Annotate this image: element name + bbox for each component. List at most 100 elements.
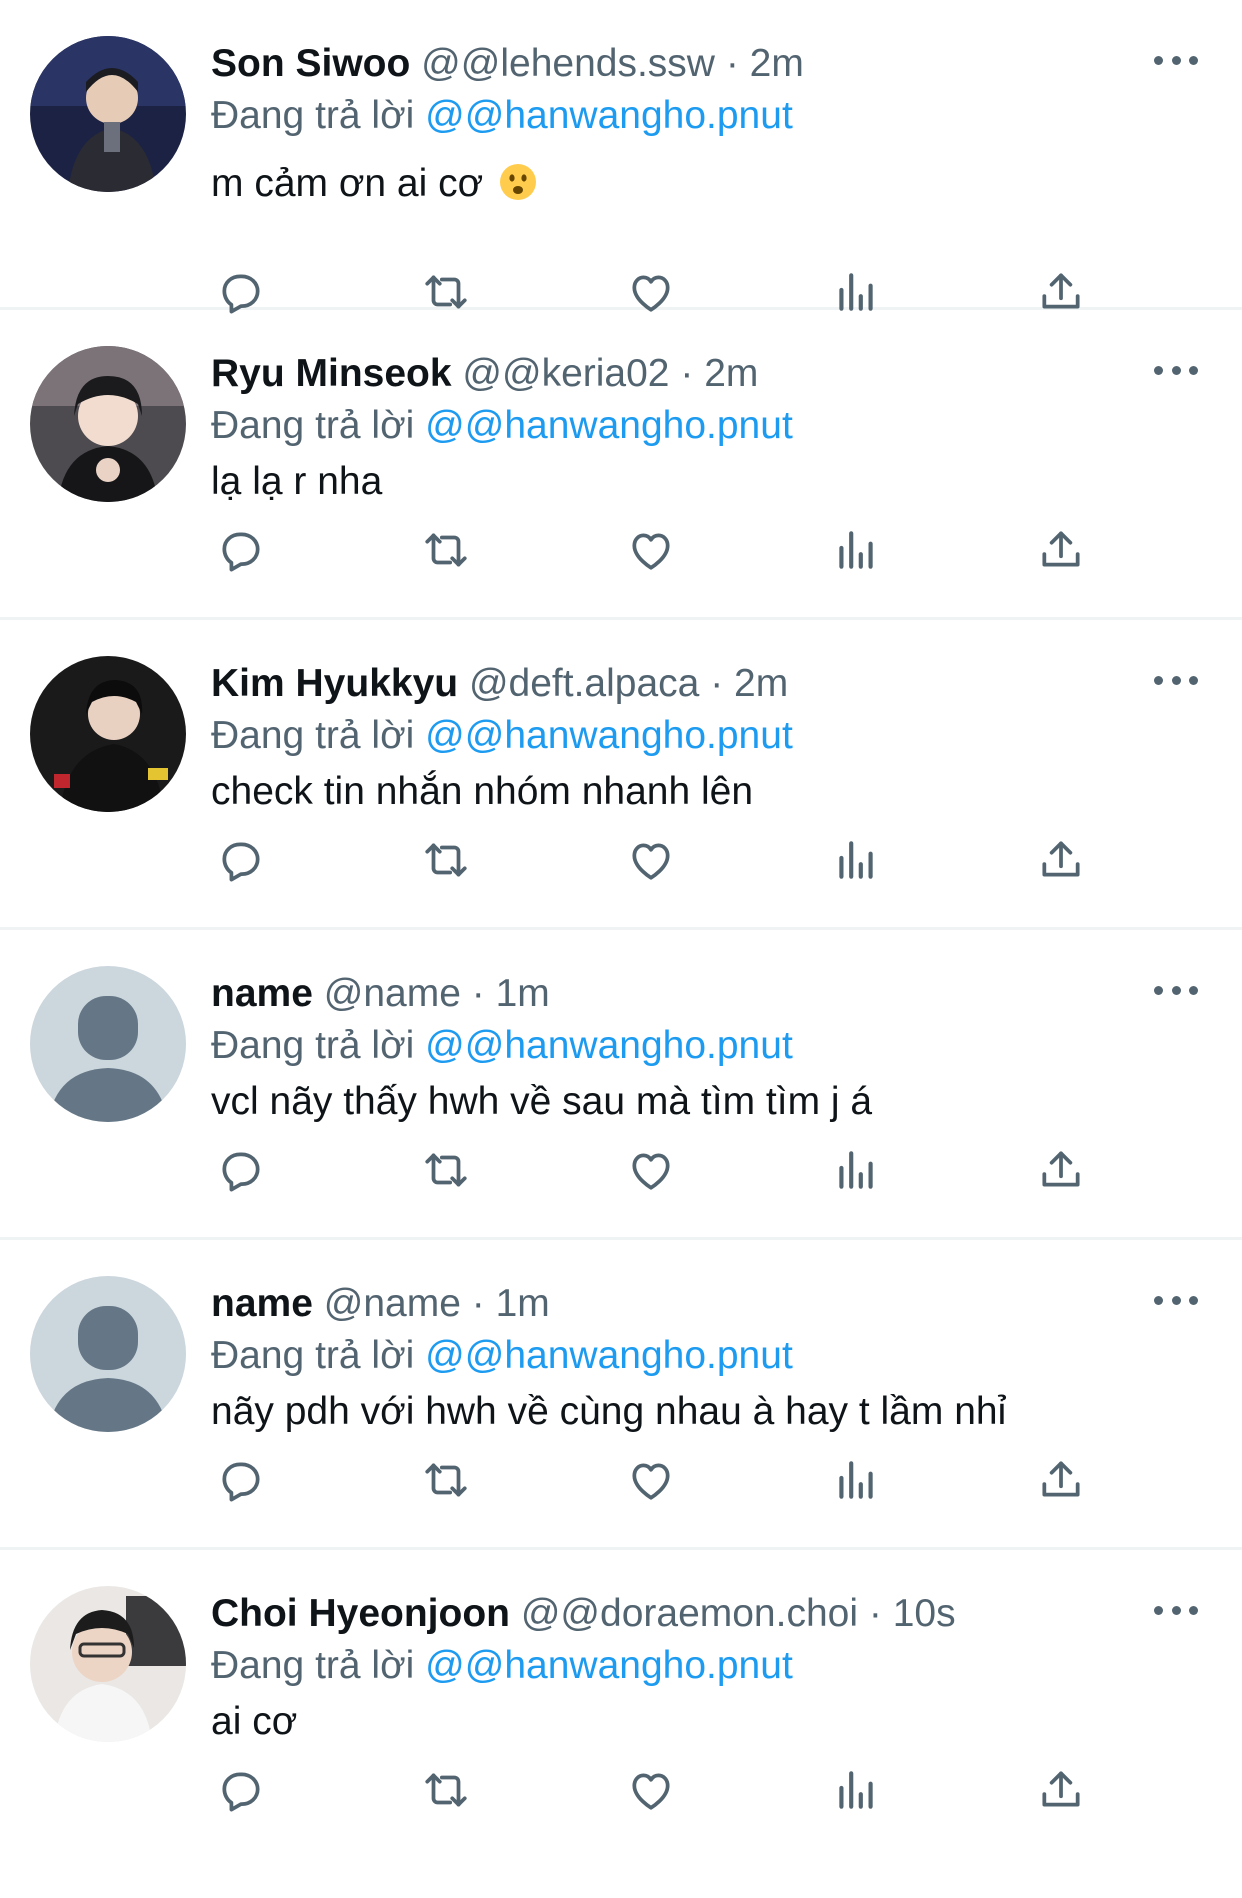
timestamp[interactable]: 2m xyxy=(734,662,788,705)
tweet-text: ai cơ xyxy=(211,1700,298,1743)
like-button[interactable] xyxy=(621,1140,681,1200)
reply-mention[interactable]: @@hanwangho.pnut xyxy=(425,1024,793,1067)
reply-mention[interactable]: @@hanwangho.pnut xyxy=(425,1334,793,1377)
default-avatar-icon xyxy=(30,1276,186,1432)
handle[interactable]: @@doraemon.choi xyxy=(521,1592,858,1635)
action-bar xyxy=(211,1760,1091,1820)
views-button[interactable] xyxy=(826,1140,886,1200)
share-button[interactable] xyxy=(1031,1140,1091,1200)
retweet-icon xyxy=(425,1773,467,1807)
action-bar xyxy=(211,830,1091,890)
handle[interactable]: @@lehends.ssw xyxy=(421,42,715,85)
views-icon xyxy=(839,841,873,879)
avatar[interactable] xyxy=(30,1586,186,1742)
reply-icon xyxy=(222,532,260,572)
views-icon xyxy=(839,1151,873,1189)
like-icon xyxy=(632,1773,670,1810)
views-button[interactable] xyxy=(826,1760,886,1820)
reply-mention[interactable]: @@hanwangho.pnut xyxy=(425,94,793,137)
reply-prefix: Đang trả lời xyxy=(211,404,415,447)
retweet-button[interactable] xyxy=(416,1140,476,1200)
more-options-icon[interactable] xyxy=(1154,50,1198,70)
timestamp[interactable]: 10s xyxy=(893,1592,956,1635)
share-icon xyxy=(1042,1151,1080,1187)
avatar[interactable] xyxy=(30,1276,186,1432)
display-name[interactable]: name xyxy=(211,972,313,1015)
more-options-icon[interactable] xyxy=(1154,670,1198,690)
views-icon xyxy=(839,1771,873,1809)
reply-prefix: Đang trả lời xyxy=(211,714,415,757)
retweet-icon xyxy=(425,843,467,877)
tweet-text: check tin nhắn nhóm nhanh lên xyxy=(211,770,754,813)
tweet[interactable]: Son Siwoo @@lehends.ssw · 2m Đang trả lờ… xyxy=(0,0,1242,314)
reply-mention[interactable]: @@hanwangho.pnut xyxy=(425,404,793,447)
like-icon xyxy=(632,533,670,570)
more-options-icon[interactable] xyxy=(1154,1290,1198,1310)
views-icon xyxy=(839,1461,873,1499)
avatar[interactable] xyxy=(30,966,186,1122)
timestamp[interactable]: 1m xyxy=(496,1282,550,1325)
tweet[interactable]: Kim Hyukkyu @deft.alpaca · 2m Đang trả l… xyxy=(0,620,1242,930)
tweet[interactable]: Choi Hyeonjoon @@doraemon.choi · 10s Đan… xyxy=(0,1550,1242,1890)
share-button[interactable] xyxy=(1031,1450,1091,1510)
reply-icon xyxy=(222,842,260,882)
tweet[interactable]: Ryu Minseok @@keria02 · 2m Đang trả lời … xyxy=(0,310,1242,620)
like-icon xyxy=(632,1463,670,1500)
like-button[interactable] xyxy=(621,520,681,580)
reply-feed: Son Siwoo @@lehends.ssw · 2m Đang trả lờ… xyxy=(0,0,1242,1890)
more-options-icon[interactable] xyxy=(1154,1600,1198,1620)
like-button[interactable] xyxy=(621,1450,681,1510)
share-button[interactable] xyxy=(1031,830,1091,890)
avatar[interactable] xyxy=(30,656,186,812)
like-button[interactable] xyxy=(621,1760,681,1820)
handle[interactable]: @name xyxy=(324,1282,461,1325)
reply-button[interactable] xyxy=(211,520,271,580)
retweet-button[interactable] xyxy=(416,1450,476,1510)
more-options-icon[interactable] xyxy=(1154,360,1198,380)
avatar-image xyxy=(30,36,186,192)
retweet-icon xyxy=(425,533,467,567)
handle[interactable]: @name xyxy=(324,972,461,1015)
reply-button[interactable] xyxy=(211,1140,271,1200)
retweet-button[interactable] xyxy=(416,830,476,890)
separator-dot: · xyxy=(868,1592,882,1635)
reply-button[interactable] xyxy=(211,1450,271,1510)
views-button[interactable] xyxy=(826,520,886,580)
views-icon xyxy=(839,531,873,569)
share-icon xyxy=(1042,531,1080,567)
display-name[interactable]: Son Siwoo xyxy=(211,42,410,85)
handle[interactable]: @@keria02 xyxy=(462,352,669,395)
share-button[interactable] xyxy=(1031,520,1091,580)
avatar-image xyxy=(30,1586,186,1742)
display-name[interactable]: Ryu Minseok xyxy=(211,352,452,395)
avatar-image xyxy=(30,346,186,502)
share-icon xyxy=(1042,1461,1080,1497)
like-button[interactable] xyxy=(621,830,681,890)
timestamp[interactable]: 1m xyxy=(496,972,550,1015)
views-button[interactable] xyxy=(826,1450,886,1510)
tweet[interactable]: name @name · 1m Đang trả lời @@hanwangho… xyxy=(0,1240,1242,1550)
avatar[interactable] xyxy=(30,36,186,192)
share-button[interactable] xyxy=(1031,1760,1091,1820)
display-name[interactable]: Choi Hyeonjoon xyxy=(211,1592,510,1635)
reply-mention[interactable]: @@hanwangho.pnut xyxy=(425,1644,793,1687)
reply-prefix: Đang trả lời xyxy=(211,1334,415,1377)
timestamp[interactable]: 2m xyxy=(750,42,804,85)
views-button[interactable] xyxy=(826,830,886,890)
retweet-button[interactable] xyxy=(416,1760,476,1820)
tweet-text: m cảm ơn ai cơ xyxy=(211,158,1182,210)
retweet-button[interactable] xyxy=(416,520,476,580)
display-name[interactable]: Kim Hyukkyu xyxy=(211,662,458,705)
separator-dot: · xyxy=(471,1282,485,1325)
reply-mention[interactable]: @@hanwangho.pnut xyxy=(425,714,793,757)
display-name[interactable]: name xyxy=(211,1282,313,1325)
more-options-icon[interactable] xyxy=(1154,980,1198,1000)
tweet[interactable]: name @name · 1m Đang trả lời @@hanwangho… xyxy=(0,930,1242,1240)
timestamp[interactable]: 2m xyxy=(704,352,758,395)
handle[interactable]: @deft.alpaca xyxy=(469,662,699,705)
reply-button[interactable] xyxy=(211,830,271,890)
avatar[interactable] xyxy=(30,346,186,502)
like-icon xyxy=(632,843,670,880)
share-icon xyxy=(1042,841,1080,877)
reply-button[interactable] xyxy=(211,1760,271,1820)
